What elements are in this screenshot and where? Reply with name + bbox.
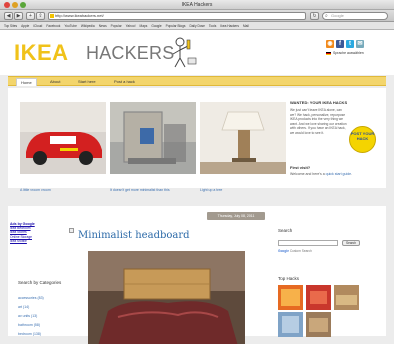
featured-image-car-bed[interactable]: [20, 102, 106, 174]
bookmark-item[interactable]: Mail: [243, 22, 249, 29]
category-item[interactable]: art (14): [18, 305, 29, 309]
browser-toolbar: ◀ ▶ + ⇧ http://www.ikeahackers.net/ ↻ ⌕ …: [0, 10, 394, 22]
nav-post-a-hack[interactable]: Post a hack: [110, 78, 139, 86]
search-placeholder: Google: [331, 13, 344, 18]
post-badge-label: POST YOUR HACK: [350, 131, 375, 141]
first-visit-prefix: Welcome and here's a: [290, 172, 326, 176]
search-field[interactable]: ⌕ Google: [322, 12, 388, 20]
back-button[interactable]: ◀: [4, 12, 13, 20]
categories-title: Search by Categories: [18, 280, 62, 285]
address-bar[interactable]: http://www.ikeahackers.net/: [48, 12, 306, 20]
bookmark-item[interactable]: Ikea Hackers: [220, 22, 239, 29]
first-visit-suffix: .: [351, 172, 353, 176]
share-button[interactable]: ⇧: [36, 12, 45, 20]
hacker-mascot-icon: [172, 37, 197, 68]
featured-caption[interactable]: A little vroom vroom: [20, 188, 110, 193]
facebook-icon[interactable]: f: [336, 40, 344, 48]
top-hack-image[interactable]: [278, 312, 303, 337]
quick-start-guide-link[interactable]: quick start guide: [326, 172, 352, 176]
site-favicon-icon: [50, 14, 54, 18]
bookmark-item[interactable]: Top Sites: [4, 22, 17, 29]
forward-button[interactable]: ▶: [14, 12, 23, 20]
main-nav: Home About Start here Post a hack: [8, 76, 386, 86]
site-search-input[interactable]: [278, 240, 338, 246]
category-item[interactable]: bedroom (138): [18, 332, 41, 336]
bookmark-item[interactable]: Wikipedia: [81, 22, 95, 29]
language-selector[interactable]: Sprache auswählen: [326, 51, 364, 55]
top-hacks-title: Top Hacks: [278, 276, 300, 281]
featured-image-lamp[interactable]: [200, 102, 286, 174]
first-visit-text: Welcome and here's a quick start guide.: [290, 172, 382, 177]
site-search-button[interactable]: Search: [342, 240, 360, 246]
google-logo-icon: Google: [278, 249, 289, 253]
search-widget-title: Search: [278, 228, 293, 233]
nav-about[interactable]: About: [46, 78, 64, 86]
window-title: IKEA Hackers: [181, 2, 213, 8]
top-hack-image[interactable]: [306, 312, 331, 337]
flag-icon: [326, 51, 331, 55]
category-item[interactable]: accessories (83): [18, 296, 44, 300]
top-hack-image[interactable]: [278, 285, 303, 310]
site-header: IKEA HACKERS ◉ f t ✉ Sprache auswählen: [0, 30, 394, 75]
ad-link[interactable]: Ikea Mobile: [10, 239, 62, 243]
post-image-headboard[interactable]: [88, 251, 245, 344]
twitter-icon[interactable]: t: [346, 40, 354, 48]
category-item[interactable]: av units (13): [18, 314, 37, 318]
ads-box: Ads by Google Ikea Bedroom Ikea Stores O…: [10, 222, 62, 244]
bookmark-item[interactable]: Tools: [209, 22, 216, 29]
custom-search-text: Custom Search: [289, 249, 312, 253]
email-icon[interactable]: ✉: [356, 40, 364, 48]
google-custom-search-label: Google Custom Search: [278, 249, 312, 253]
bookmark-item[interactable]: Yahoo!: [126, 22, 136, 29]
search-icon: ⌕: [325, 13, 328, 19]
post-type-icon: [69, 228, 74, 233]
bookmark-item[interactable]: Facebook: [46, 22, 60, 29]
bookmark-item[interactable]: Maps: [140, 22, 148, 29]
featured-image-minimalist[interactable]: [110, 102, 196, 174]
wanted-title: WANTED: YOUR IKEA HACKS: [290, 100, 348, 105]
reload-icon[interactable]: ↻: [310, 12, 319, 20]
featured-caption[interactable]: Light up a tree: [200, 188, 290, 193]
first-visit-title: First visit?: [290, 165, 311, 170]
wanted-text: We just can't leave IKEA alone, can we? …: [290, 108, 347, 135]
bookmark-item[interactable]: Popular Blogs: [166, 22, 186, 29]
nav-home[interactable]: Home: [16, 78, 37, 86]
category-item[interactable]: bathroom (58): [18, 323, 40, 327]
bookmark-item[interactable]: Google: [151, 22, 161, 29]
logo-hackers-text[interactable]: HACKERS: [86, 43, 174, 64]
bookmark-item[interactable]: Apple: [21, 22, 29, 29]
bookmark-item[interactable]: Popular: [111, 22, 122, 29]
bookmark-item[interactable]: Daily Dose: [189, 22, 204, 29]
post-your-hack-button[interactable]: POST YOUR HACK: [349, 126, 376, 153]
bookmarks-bar: Top Sites Apple iCloud Facebook YouTube Wikip…: [0, 22, 394, 30]
bookmark-item[interactable]: News: [99, 22, 107, 29]
top-hack-image[interactable]: [306, 285, 331, 310]
add-bookmark-button[interactable]: +: [26, 12, 35, 20]
logo-ikea-text[interactable]: IKEA: [14, 40, 69, 66]
nav-start-here[interactable]: Start here: [74, 78, 100, 86]
post-title[interactable]: Minimalist headboard: [78, 230, 190, 241]
post-date-badge: Thursday, July 08, 2011: [207, 212, 265, 220]
bookmark-item[interactable]: iCloud: [33, 22, 42, 29]
top-hack-image[interactable]: [334, 285, 359, 310]
featured-caption[interactable]: It doesn't get more minimalist than this: [110, 188, 200, 193]
window-titlebar: IKEA Hackers: [0, 0, 394, 10]
language-label: Sprache auswählen: [333, 51, 364, 55]
address-url: http://www.ikeahackers.net/: [55, 13, 104, 18]
bookmark-item[interactable]: YouTube: [64, 22, 77, 29]
rss-icon[interactable]: ◉: [326, 40, 334, 48]
